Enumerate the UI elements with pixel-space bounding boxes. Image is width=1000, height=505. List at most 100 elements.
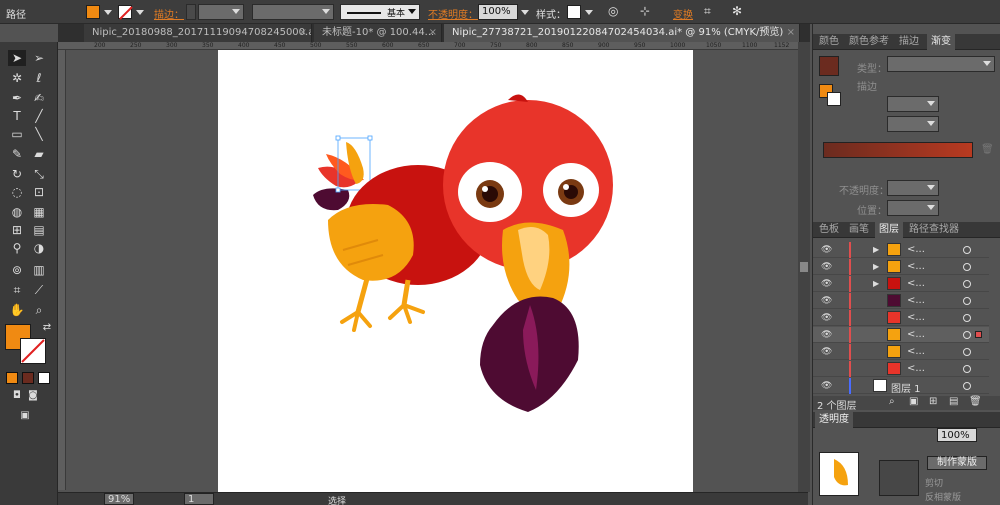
left-leg[interactable]: [355, 274, 371, 313]
gradient-stroke-swatch[interactable]: [827, 92, 841, 106]
opacity-field[interactable]: 100%: [478, 4, 518, 20]
gradient-aspect-field[interactable]: [887, 116, 939, 132]
left-foot[interactable]: [340, 310, 372, 332]
rectangle-tool-icon[interactable]: ▭: [8, 126, 26, 142]
zoom-field[interactable]: 91%: [104, 493, 134, 505]
eye-icon[interactable]: 👁: [821, 279, 832, 289]
stroke-label[interactable]: 描边：: [154, 6, 184, 21]
layer-row[interactable]: 👁 <...: [813, 310, 989, 326]
none-mode-button[interactable]: [38, 372, 50, 384]
line-tool-icon[interactable]: ╱: [30, 108, 48, 124]
trash-icon[interactable]: 🗑: [981, 144, 994, 155]
eye-icon[interactable]: 👁: [821, 330, 832, 340]
transform-link[interactable]: 变换: [673, 6, 693, 21]
locate-object-icon[interactable]: ⌕: [889, 396, 895, 407]
target-icon[interactable]: [963, 382, 971, 390]
lasso-tool-icon[interactable]: ℓ: [30, 70, 48, 86]
eye-icon[interactable]: 👁: [821, 381, 832, 391]
opacity-label[interactable]: 不透明度：: [428, 6, 478, 21]
layer-row-selected[interactable]: 👁 <...: [813, 327, 989, 343]
target-icon[interactable]: [963, 365, 971, 373]
stroke-weight-stepper[interactable]: [186, 4, 196, 20]
gradient-tool-icon[interactable]: ▤: [30, 222, 48, 238]
expand-icon[interactable]: ▶: [873, 262, 879, 271]
clip-checkbox-label[interactable]: 剪切: [925, 476, 943, 489]
blend-tool-icon[interactable]: ◑: [30, 240, 48, 256]
close-icon[interactable]: ×: [429, 24, 437, 42]
selection-handle[interactable]: [335, 187, 341, 193]
doc-tab-3[interactable]: Nipic_27738721_20190122084702454034.ai* …: [444, 24, 800, 42]
free-transform-tool-icon[interactable]: ⊡: [30, 184, 48, 200]
target-icon[interactable]: [963, 297, 971, 305]
selection-indicator[interactable]: [975, 331, 982, 338]
layer-row[interactable]: 👁 <...: [813, 344, 989, 360]
color-mode-button[interactable]: [6, 372, 18, 384]
gradient-opacity-field[interactable]: [887, 180, 939, 196]
fill-swatch[interactable]: [86, 5, 100, 19]
stroke-swatch[interactable]: [118, 5, 133, 20]
gradient-location-field[interactable]: [887, 200, 939, 216]
gradient-slider[interactable]: [823, 142, 973, 158]
brush-definition[interactable]: 基本: [340, 4, 420, 20]
make-mask-button[interactable]: 制作蒙版: [927, 456, 987, 470]
eye-icon[interactable]: 👁: [821, 347, 832, 357]
swap-fill-stroke-icon[interactable]: ⇄: [38, 320, 56, 336]
magic-wand-tool-icon[interactable]: ✲: [8, 70, 26, 86]
align-icon[interactable]: ⊹: [640, 4, 650, 18]
selection-handle[interactable]: [367, 135, 373, 141]
pen-tool-icon[interactable]: ✒: [8, 90, 26, 106]
close-icon[interactable]: ×: [299, 24, 307, 42]
target-icon[interactable]: [963, 246, 971, 254]
layer-row[interactable]: 👁 ▶ <...: [813, 259, 989, 275]
close-icon[interactable]: ×: [787, 24, 795, 42]
tab-color[interactable]: 颜色: [815, 34, 843, 50]
right-foot[interactable]: [388, 303, 425, 324]
vertical-scrollbar[interactable]: [798, 42, 810, 492]
style-dropdown-arrow[interactable]: [585, 10, 593, 15]
paintbrush-tool-icon[interactable]: ╲: [30, 126, 48, 142]
gradient-preview-swatch[interactable]: [819, 56, 839, 76]
target-icon[interactable]: [963, 348, 971, 356]
opacity-dropdown-arrow[interactable]: [521, 10, 529, 15]
gradient-type-dropdown[interactable]: [887, 56, 995, 72]
transparency-opacity-field[interactable]: 100%: [937, 428, 977, 442]
scroll-thumb[interactable]: [800, 262, 808, 272]
graphic-style-swatch[interactable]: [567, 5, 581, 19]
stroke-dropdown-arrow[interactable]: [136, 10, 144, 15]
gradient-angle-field[interactable]: [887, 96, 939, 112]
expand-icon[interactable]: ▶: [873, 245, 879, 254]
expand-icon[interactable]: ▶: [873, 279, 879, 288]
selection-tool-icon[interactable]: ➤: [8, 50, 26, 66]
doc-tab-1[interactable]: Nipic_20180988_20171119094708245000.ai* …: [84, 24, 312, 42]
pencil-tool-icon[interactable]: ✎: [8, 146, 26, 162]
artboard-number-field[interactable]: 1: [184, 493, 214, 505]
menu-icon[interactable]: ✻: [732, 4, 742, 18]
target-icon[interactable]: [963, 280, 971, 288]
stroke-color-box[interactable]: [20, 338, 46, 364]
screen-mode-icon[interactable]: ▣: [16, 408, 34, 424]
stroke-weight-field[interactable]: [198, 4, 244, 20]
tab-pathfinder[interactable]: 路径查找器: [905, 222, 963, 238]
isolate-icon[interactable]: ⌗: [704, 4, 711, 19]
column-graph-tool-icon[interactable]: ▥: [30, 262, 48, 278]
new-sublayer-icon[interactable]: ⊞: [929, 396, 937, 407]
eyedropper-tool-icon[interactable]: ⚲: [8, 240, 26, 256]
invert-mask-checkbox-label[interactable]: 反相蒙版: [925, 490, 961, 503]
perspective-grid-tool-icon[interactable]: ▦: [30, 204, 48, 220]
recolor-icon[interactable]: ◎: [608, 4, 618, 18]
bird-illustration[interactable]: [218, 50, 693, 493]
eye-icon[interactable]: 👁: [821, 262, 832, 272]
selection-handle[interactable]: [335, 135, 341, 141]
tab-transparency[interactable]: 透明度: [815, 412, 853, 428]
head-crest[interactable]: [508, 94, 528, 102]
layer-row[interactable]: 👁 <...: [813, 293, 989, 309]
fill-dropdown-arrow[interactable]: [104, 10, 112, 15]
variable-width-profile[interactable]: [252, 4, 334, 20]
tab-gradient[interactable]: 渐变: [927, 34, 955, 50]
eye-icon[interactable]: 👁: [821, 313, 832, 323]
eraser-tool-icon[interactable]: ▰: [30, 146, 48, 162]
gradient-mode-button[interactable]: [22, 372, 34, 384]
target-icon[interactable]: [963, 314, 971, 322]
draw-behind-icon[interactable]: ◙: [24, 388, 42, 404]
eye-icon[interactable]: 👁: [821, 245, 832, 255]
